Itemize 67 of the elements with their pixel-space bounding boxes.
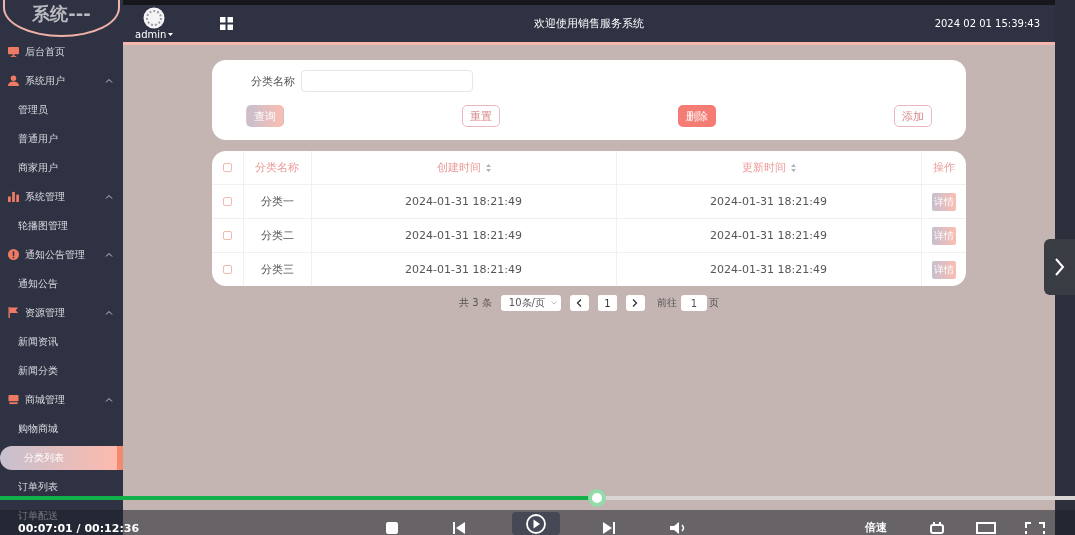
time-display: 00:07:01 / 00:12:36 (18, 522, 140, 535)
column-header: 分类名称 (255, 161, 299, 174)
table-cell: 2024-01-31 18:21:49 (405, 229, 522, 242)
bar-chart-icon (8, 191, 19, 202)
fullscreen-icon[interactable] (1025, 522, 1045, 534)
page-size-select[interactable]: 10条/页 (500, 295, 561, 311)
chevron-left-icon (576, 299, 583, 307)
column-header: 操作 (932, 161, 955, 174)
table-cell: 2024-01-31 18:21:49 (710, 263, 827, 276)
speed-button[interactable]: 倍速 (865, 521, 887, 534)
table-cell: 2024-01-31 18:21:49 (405, 195, 522, 208)
avatar[interactable] (143, 7, 166, 29)
stop-icon[interactable] (386, 522, 398, 534)
menu-group[interactable]: 后台首页 (0, 37, 123, 66)
menu-group[interactable]: 系统用户 (0, 66, 123, 95)
goto-label: 前往 (656, 296, 677, 310)
menu-group[interactable]: 商城管理 (0, 385, 123, 414)
page-unit: 页 (708, 296, 719, 310)
checkbox[interactable] (222, 197, 232, 206)
play-icon[interactable] (526, 514, 546, 534)
table-cell: 分类一 (260, 195, 294, 208)
page-title: 欢迎使用销售服务系统 (534, 16, 644, 31)
window-icon[interactable] (976, 522, 996, 534)
datetime: 2024 02 01 15:39:43 (934, 18, 1041, 29)
chevron-right-icon (632, 299, 639, 307)
flag-icon (8, 307, 19, 318)
menu-item[interactable]: 管理员 (18, 103, 48, 116)
person-icon (8, 75, 19, 86)
menu-item[interactable]: 新闻资讯 (18, 335, 58, 348)
table-cell: 分类二 (260, 229, 294, 242)
next-button[interactable] (1044, 239, 1075, 295)
next-icon[interactable] (603, 522, 615, 534)
page-input[interactable]: 1 (680, 295, 707, 311)
table-cell: 2024-01-31 18:21:49 (405, 263, 522, 276)
checkbox[interactable] (222, 231, 232, 240)
menu-item[interactable]: 商家用户 (18, 161, 58, 174)
user-menu[interactable]: admin (135, 29, 167, 40)
field-label: 分类名称 (251, 73, 295, 89)
menu-group[interactable]: 系统管理 (0, 182, 123, 211)
monitor-icon (8, 46, 19, 57)
chevron-right-icon (1054, 258, 1065, 276)
progress-thumb[interactable] (587, 489, 606, 507)
previous-icon[interactable] (453, 522, 465, 534)
page-number[interactable]: 1 (597, 295, 617, 311)
menu-item[interactable]: 普通用户 (18, 132, 58, 145)
menu-item[interactable]: 新闻分类 (18, 364, 58, 377)
menu-item[interactable]: 订单列表 (18, 480, 58, 493)
menu-group[interactable]: 资源管理 (0, 298, 123, 327)
grid-icon[interactable] (220, 17, 234, 30)
menu-group[interactable]: 通知公告管理 (0, 240, 123, 269)
alert-icon (8, 249, 19, 260)
chevron-down-icon (550, 301, 557, 305)
logo-badge: 系统--- (3, 0, 120, 37)
table-cell: 2024-01-31 18:21:49 (710, 195, 827, 208)
search-field[interactable] (301, 70, 473, 92)
volume-icon[interactable] (670, 522, 686, 534)
caret-icon (168, 33, 174, 36)
checkbox[interactable] (222, 265, 232, 274)
table-cell: 2024-01-31 18:21:49 (710, 229, 827, 242)
menu-item[interactable]: 轮播图管理 (18, 219, 68, 232)
menu-item[interactable]: 通知公告 (18, 277, 58, 290)
prev-page-button[interactable] (569, 295, 589, 311)
checkbox[interactable] (222, 163, 232, 172)
table-cell: 分类三 (260, 263, 294, 276)
menu-item[interactable]: 购物商城 (18, 422, 58, 435)
total-count: 共 3 条 (459, 296, 492, 310)
next-page-button[interactable] (625, 295, 645, 311)
